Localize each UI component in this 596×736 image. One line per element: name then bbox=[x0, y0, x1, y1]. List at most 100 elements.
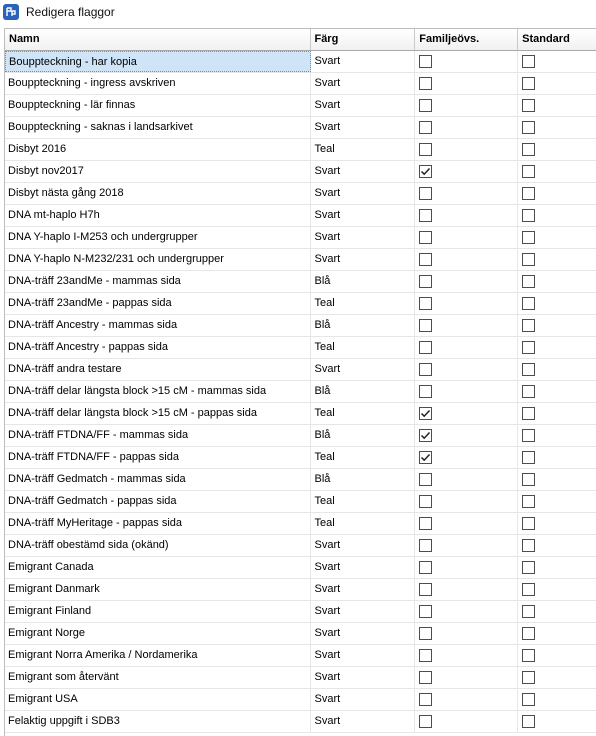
family-checkbox[interactable] bbox=[419, 561, 433, 574]
flag-color-cell[interactable]: Svart bbox=[311, 689, 416, 710]
flag-color-cell[interactable]: Svart bbox=[311, 579, 416, 600]
flag-name-cell[interactable]: Emigrant Canada bbox=[5, 557, 312, 578]
flag-color-cell[interactable]: Svart bbox=[311, 205, 416, 226]
column-header-family[interactable]: Familjeövs. bbox=[415, 29, 519, 50]
standard-checkbox[interactable] bbox=[522, 517, 536, 530]
table-row[interactable]: Emigrant Finland Svart bbox=[5, 601, 596, 623]
family-checkbox[interactable] bbox=[419, 363, 433, 376]
standard-checkbox[interactable] bbox=[522, 561, 536, 574]
flag-name-cell[interactable]: DNA Y-haplo I-M253 och undergrupper bbox=[5, 227, 312, 248]
standard-checkbox[interactable] bbox=[522, 187, 536, 200]
flag-color-cell[interactable]: Blå bbox=[311, 425, 416, 446]
family-checkbox[interactable] bbox=[419, 99, 433, 112]
standard-checkbox[interactable] bbox=[522, 319, 536, 332]
flag-name-cell[interactable]: Disbyt 2016 bbox=[5, 139, 312, 160]
table-row[interactable]: DNA-träff andra testare Svart bbox=[5, 359, 596, 381]
family-checkbox[interactable] bbox=[419, 715, 433, 728]
standard-checkbox[interactable] bbox=[522, 385, 536, 398]
flag-color-cell[interactable]: Svart bbox=[311, 667, 416, 688]
standard-checkbox[interactable] bbox=[522, 275, 536, 288]
family-checkbox[interactable] bbox=[419, 121, 433, 134]
flag-color-cell[interactable]: Svart bbox=[311, 557, 416, 578]
family-checkbox[interactable] bbox=[419, 143, 433, 156]
family-checkbox[interactable] bbox=[419, 649, 433, 662]
table-row[interactable]: Emigrant USA Svart bbox=[5, 689, 596, 711]
standard-checkbox[interactable] bbox=[522, 297, 536, 310]
flag-color-cell[interactable]: Blå bbox=[311, 315, 416, 336]
flag-color-cell[interactable]: Svart bbox=[311, 645, 416, 666]
flag-name-cell[interactable]: Disbyt nästa gång 2018 bbox=[5, 183, 312, 204]
standard-checkbox[interactable] bbox=[522, 649, 536, 662]
family-checkbox[interactable] bbox=[419, 187, 433, 200]
flag-color-cell[interactable]: Blå bbox=[311, 271, 416, 292]
standard-checkbox[interactable] bbox=[522, 55, 536, 68]
column-header-standard[interactable]: Standard bbox=[518, 29, 596, 50]
family-checkbox[interactable] bbox=[419, 297, 433, 310]
table-row[interactable]: Bouppteckning - saknas i landsarkivet Sva… bbox=[5, 117, 596, 139]
flag-color-cell[interactable]: Teal bbox=[311, 491, 416, 512]
standard-checkbox[interactable] bbox=[522, 693, 536, 706]
standard-checkbox[interactable] bbox=[522, 143, 536, 156]
standard-checkbox[interactable] bbox=[522, 605, 536, 618]
table-row[interactable]: DNA-träff 23andMe - pappas sida Teal bbox=[5, 293, 596, 315]
flag-color-cell[interactable]: Svart bbox=[311, 249, 416, 270]
flag-name-cell[interactable]: DNA-träff FTDNA/FF - mammas sida bbox=[5, 425, 312, 446]
family-checkbox[interactable] bbox=[419, 693, 433, 706]
family-checkbox[interactable] bbox=[419, 341, 433, 354]
table-row[interactable]: DNA Y-haplo N-M232/231 och undergrupper S… bbox=[5, 249, 596, 271]
family-checkbox[interactable] bbox=[419, 583, 433, 596]
standard-checkbox[interactable] bbox=[522, 451, 536, 464]
family-checkbox[interactable] bbox=[419, 671, 433, 684]
family-checkbox[interactable] bbox=[419, 451, 433, 464]
flag-color-cell[interactable]: Svart bbox=[311, 183, 416, 204]
standard-checkbox[interactable] bbox=[522, 671, 536, 684]
standard-checkbox[interactable] bbox=[522, 583, 536, 596]
flag-name-cell[interactable]: Emigrant USA bbox=[5, 689, 312, 710]
table-row[interactable]: DNA-träff FTDNA/FF - mammas sida Blå bbox=[5, 425, 596, 447]
flag-color-cell[interactable]: Svart bbox=[311, 95, 416, 116]
column-header-name[interactable]: Namn bbox=[5, 29, 312, 50]
table-row[interactable]: DNA mt-haplo H7h Svart bbox=[5, 205, 596, 227]
flag-color-cell[interactable]: Teal bbox=[311, 403, 416, 424]
flag-name-cell[interactable]: DNA-träff 23andMe - mammas sida bbox=[5, 271, 312, 292]
flag-name-cell[interactable]: DNA-träff Ancestry - pappas sida bbox=[5, 337, 312, 358]
flag-name-cell[interactable]: DNA-träff obestämd sida (okänd) bbox=[5, 535, 312, 556]
table-row[interactable]: DNA-träff delar längsta block >15 cM - p… bbox=[5, 403, 596, 425]
flag-name-cell[interactable]: Bouppteckning - saknas i landsarkivet bbox=[5, 117, 312, 138]
table-row[interactable]: Disbyt nov2017 Svart bbox=[5, 161, 596, 183]
family-checkbox[interactable] bbox=[419, 77, 433, 90]
standard-checkbox[interactable] bbox=[522, 165, 536, 178]
flag-name-cell[interactable]: Felaktig uppgift i SDB3 bbox=[5, 711, 312, 732]
family-checkbox[interactable] bbox=[419, 165, 433, 178]
table-row[interactable]: DNA-träff Gedmatch - mammas sida Blå bbox=[5, 469, 596, 491]
flag-color-cell[interactable]: Blå bbox=[311, 381, 416, 402]
table-row[interactable]: DNA-träff Gedmatch - pappas sida Teal bbox=[5, 491, 596, 513]
flag-color-cell[interactable]: Svart bbox=[311, 117, 416, 138]
flag-name-cell[interactable]: DNA mt-haplo H7h bbox=[5, 205, 312, 226]
table-row[interactable]: Bouppteckning - lär finnas Svart bbox=[5, 95, 596, 117]
family-checkbox[interactable] bbox=[419, 407, 433, 420]
table-row[interactable]: DNA-träff MyHeritage - pappas sida Teal bbox=[5, 513, 596, 535]
flag-color-cell[interactable]: Svart bbox=[311, 359, 416, 380]
table-row[interactable]: DNA Y-haplo I-M253 och undergrupper Svart bbox=[5, 227, 596, 249]
flag-name-cell[interactable]: Bouppteckning - lär finnas bbox=[5, 95, 312, 116]
standard-checkbox[interactable] bbox=[522, 407, 536, 420]
standard-checkbox[interactable] bbox=[522, 253, 536, 266]
flag-name-cell[interactable]: Emigrant Finland bbox=[5, 601, 312, 622]
family-checkbox[interactable] bbox=[419, 319, 433, 332]
flag-color-cell[interactable]: Svart bbox=[311, 601, 416, 622]
family-checkbox[interactable] bbox=[419, 517, 433, 530]
flag-name-cell[interactable]: Emigrant Danmark bbox=[5, 579, 312, 600]
table-row[interactable]: Emigrant som återvänt Svart bbox=[5, 667, 596, 689]
flag-name-cell[interactable]: DNA-träff Ancestry - mammas sida bbox=[5, 315, 312, 336]
family-checkbox[interactable] bbox=[419, 605, 433, 618]
table-row[interactable]: Emigrant Norra Amerika / Nordamerika Svar… bbox=[5, 645, 596, 667]
table-row[interactable]: DNA-träff Ancestry - mammas sida Blå bbox=[5, 315, 596, 337]
flag-name-cell[interactable]: DNA Y-haplo N-M232/231 och undergrupper bbox=[5, 249, 312, 270]
family-checkbox[interactable] bbox=[419, 473, 433, 486]
family-checkbox[interactable] bbox=[419, 627, 433, 640]
standard-checkbox[interactable] bbox=[522, 231, 536, 244]
flag-color-cell[interactable]: Svart bbox=[311, 161, 416, 182]
flag-color-cell[interactable]: Blå bbox=[311, 469, 416, 490]
flag-name-cell[interactable]: DNA-träff delar längsta block >15 cM - p… bbox=[5, 403, 312, 424]
